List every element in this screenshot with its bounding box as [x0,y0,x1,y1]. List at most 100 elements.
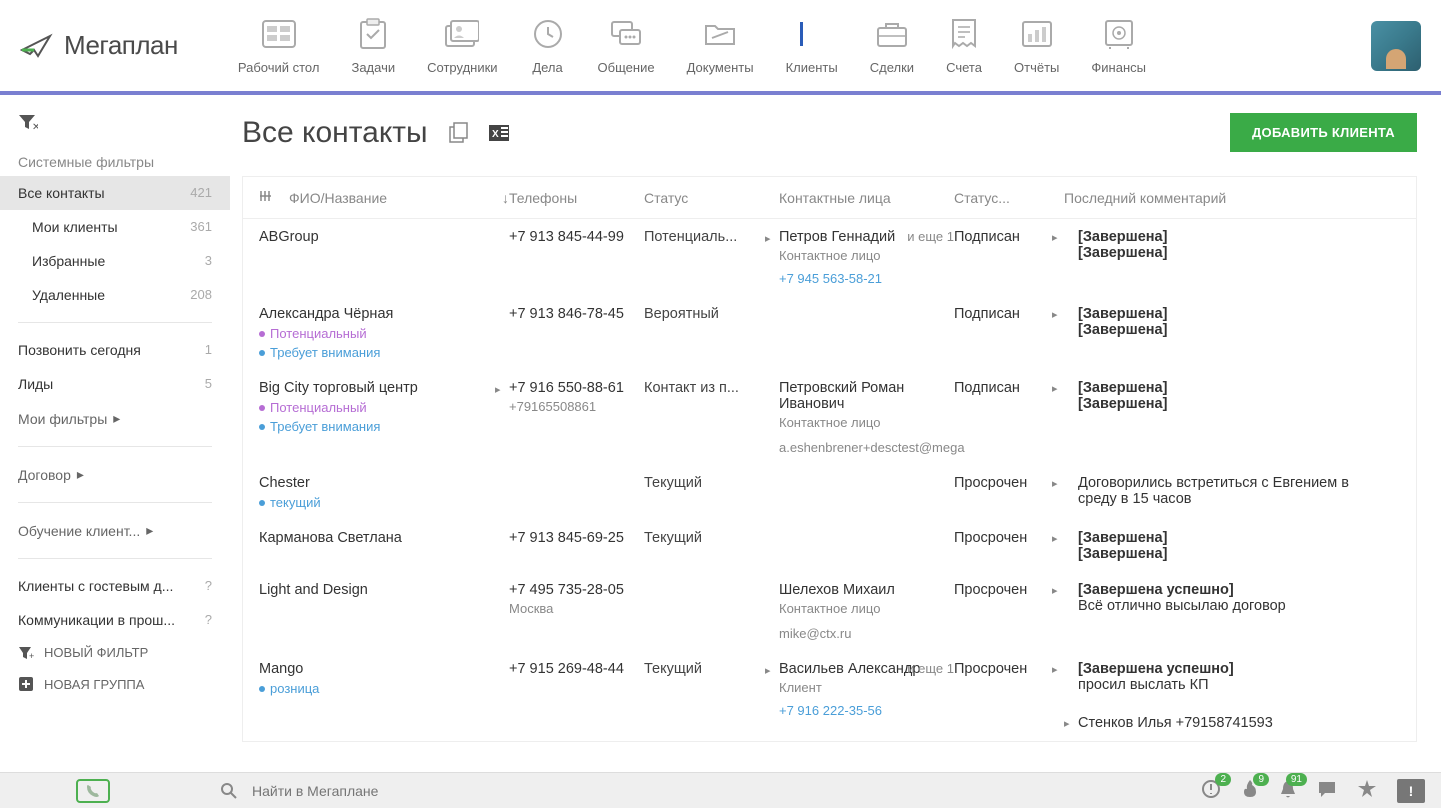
table-row[interactable]: ABGroup +7 913 845-44-99 Потенциаль... ▸… [243,219,1416,296]
col-phone[interactable]: Телефоны [509,190,644,206]
expand-icon[interactable]: ▸ [1052,584,1058,597]
comment-text: [Завершена] [1078,530,1390,546]
employees-icon [445,20,479,48]
expand-icon[interactable]: ▸ [1052,231,1058,244]
expand-icon[interactable]: ▸ [1052,532,1058,545]
nav-documents[interactable]: Документы [687,12,754,79]
bell-icon[interactable]: 91 [1279,779,1297,802]
tag-label: Требует внимания [270,419,380,434]
call-button[interactable] [76,779,110,803]
sidebar-guest-clients[interactable]: Клиенты с гостевым д...? [0,569,230,603]
nav-desktop[interactable]: Рабочий стол [238,12,320,79]
contact-name: Васильев Александр [779,661,920,677]
col-status[interactable]: Статус [644,190,779,206]
filter-icon[interactable]: ✕ [18,113,38,131]
star-icon[interactable] [1357,779,1377,802]
contact-email[interactable]: mike@ctx.ru [779,626,944,641]
expand-icon[interactable]: ▸ [1052,477,1058,490]
chat-bubble-icon[interactable] [1317,780,1337,801]
logo[interactable]: Мегаплан [20,30,178,61]
expand-icon[interactable]: ▸ [495,383,501,396]
table-row[interactable]: Mangoрозница +7 915 269-48-44 Текущий ▸В… [243,651,1416,741]
nav-chat[interactable]: Общение [598,12,655,79]
sidebar-count: 421 [190,185,212,201]
client-phone: +7 913 845-44-99 [509,229,644,245]
client-phone: +7 915 269-48-44 [509,661,644,677]
nav-invoices[interactable]: Счета [946,12,982,79]
nav-employees[interactable]: Сотрудники [427,12,497,79]
nav-finance[interactable]: Финансы [1091,12,1146,79]
sidebar-group-contract[interactable]: Договор▸ [0,457,230,492]
sidebar-communications[interactable]: Коммуникации в прош...? [0,603,230,637]
expand-icon[interactable]: ▸ [1052,308,1058,321]
nav-clients[interactable]: Клиенты [786,12,838,79]
sidebar-deleted[interactable]: Удаленные208 [0,278,230,312]
table-row[interactable]: Карманова Светлана +7 913 845-69-25 Теку… [243,520,1416,572]
page-title: Все контакты [242,116,428,150]
contact-email[interactable]: a.eshenbrener+desctest@mega [779,440,944,455]
client-phone: +7 913 846-78-45 [509,306,644,322]
sidebar-item-label: Клиенты с гостевым д... [18,578,173,594]
warning-icon[interactable]: ! [1397,779,1425,803]
contact-extra: и еще 1 [907,229,954,244]
fire-icon[interactable]: 9 [1241,779,1259,802]
top-nav: Мегаплан Рабочий стол Задачи Сотрудники … [0,0,1441,95]
alerts-icon[interactable]: 2 [1201,779,1221,802]
user-avatar[interactable] [1371,21,1421,71]
table-row[interactable]: Chesterтекущий Текущий Просрочен ▸Догово… [243,465,1416,520]
contact-role: Контактное лицо [779,415,944,430]
col-comment[interactable]: Последний комментарий [1064,190,1400,206]
expand-icon[interactable]: ▸ [1052,382,1058,395]
expand-icon[interactable]: ▸ [765,232,771,245]
table-row[interactable]: Big City торговый центрПотенциальныйТреб… [243,370,1416,465]
sidebar-my-filters[interactable]: Мои фильтры▸ [0,401,230,436]
nav-sales[interactable]: Сделки [870,12,914,79]
group-label: Договор [18,467,71,483]
nav-label: Финансы [1091,60,1146,75]
client-name: ABGroup [259,229,499,245]
contact-phone[interactable]: +7 945 563-58-21 [779,271,944,286]
deal-status: Просрочен [954,582,1064,598]
content-area: Все контакты X ДОБАВИТЬ КЛИЕНТА ФИО/Назв… [230,95,1441,772]
expand-icon[interactable]: ▸ [765,664,771,677]
col-name[interactable]: ФИО/Название ↓ [289,190,509,206]
content-header: Все контакты X ДОБАВИТЬ КЛИЕНТА [242,113,1417,152]
new-group-button[interactable]: НОВАЯ ГРУППА [0,668,230,700]
search-input[interactable] [252,783,1201,799]
new-filter-button[interactable]: + НОВЫЙ ФИЛЬТР [0,637,230,668]
contact-phone[interactable]: +7 916 222-35-56 [779,703,944,718]
client-phone: +7 495 735-28-05 [509,582,634,598]
client-phone: +7 916 550-88-61 [509,380,634,396]
col-contact[interactable]: Контактные лица [779,190,954,206]
sidebar-group-training[interactable]: Обучение клиент...▸ [0,513,230,548]
columns-config-icon[interactable] [259,189,273,203]
action-label: НОВЫЙ ФИЛЬТР [44,645,148,660]
sidebar-leads[interactable]: Лиды5 [0,367,230,401]
sidebar-my-clients[interactable]: Мои клиенты361 [0,210,230,244]
client-status: Текущий [644,475,779,491]
contact-role: Клиент [779,680,944,695]
nav-deals[interactable]: Дела [530,12,566,79]
sidebar-favorites[interactable]: Избранные3 [0,244,230,278]
expand-icon[interactable]: ▸ [1052,663,1058,676]
table-row[interactable]: Light and Design +7 495 735-28-05Москва … [243,572,1416,651]
badge-count: 2 [1215,773,1231,786]
sidebar-all-contacts[interactable]: Все контакты421 [0,176,230,210]
table-header: ФИО/Название ↓ Телефоны Статус Контактны… [243,177,1416,219]
excel-icon[interactable]: X [488,122,510,144]
sidebar-call-today[interactable]: Позвонить сегодня1 [0,333,230,367]
add-client-button[interactable]: ДОБАВИТЬ КЛИЕНТА [1230,113,1417,152]
copy-icon[interactable] [448,122,470,144]
nav-reports[interactable]: Отчёты [1014,12,1059,79]
nav-tasks[interactable]: Задачи [351,12,395,79]
nav-label: Клиенты [786,60,838,75]
expand-icon[interactable]: ▸ [1064,717,1070,730]
table-row[interactable]: Александра ЧёрнаяПотенциальныйТребует вн… [243,296,1416,370]
search-icon[interactable] [220,782,238,800]
tasks-icon [359,18,387,50]
nav-label: Отчёты [1014,60,1059,75]
col-status2[interactable]: Статус... [954,190,1064,206]
action-label: НОВАЯ ГРУППА [44,677,144,692]
client-status: Потенциаль... [644,229,779,245]
tag-label: текущий [270,495,321,510]
